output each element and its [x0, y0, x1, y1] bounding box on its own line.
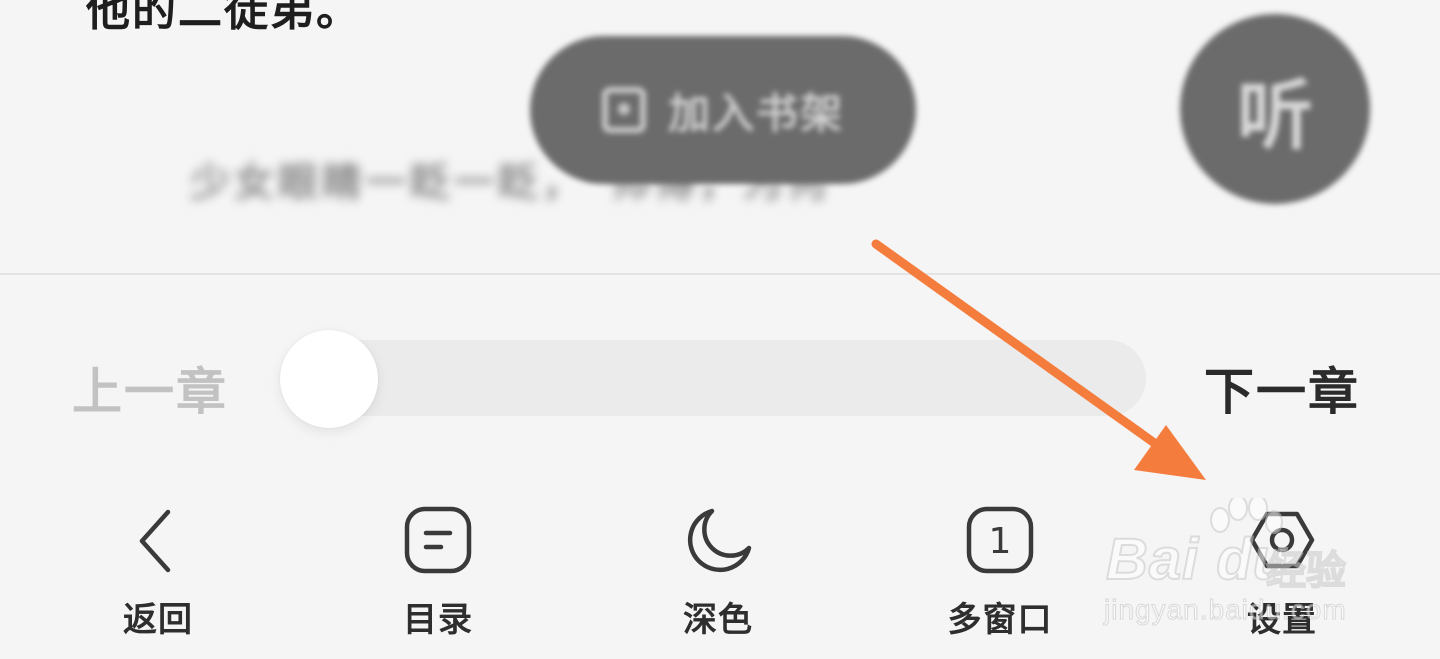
prev-chapter-button[interactable]: 上一章 [72, 352, 228, 424]
dark-mode-label: 深色 [683, 600, 753, 640]
multi-window-count: 1 [989, 521, 1012, 562]
dark-mode-button[interactable]: 深色 [618, 500, 818, 640]
back-label: 返回 [123, 600, 193, 640]
multi-window-icon: 1 [966, 506, 1034, 574]
bookshelf-icon [601, 87, 646, 133]
divider [0, 273, 1440, 275]
reading-area: 他的二徒弟。 少女眼睛一眨一眨，"师傅，为何 加入书架 听 [0, 0, 1440, 274]
book-text-line: 他的二徒弟。 [86, 0, 362, 36]
add-to-bookshelf-label: 加入书架 [667, 88, 844, 138]
next-chapter-button[interactable]: 下一章 [1204, 352, 1360, 424]
settings-button[interactable]: 设置 [1182, 500, 1382, 640]
catalog-icon [404, 506, 472, 574]
listen-label: 听 [1237, 71, 1313, 160]
add-to-bookshelf-button[interactable]: 加入书架 [530, 36, 916, 184]
slider-thumb[interactable] [280, 330, 378, 428]
catalog-button[interactable]: 目录 [338, 500, 538, 640]
multi-window-label: 多窗口 [947, 600, 1053, 640]
chapter-progress-slider[interactable] [282, 340, 1146, 416]
settings-hexagon-icon [1249, 511, 1315, 569]
settings-label: 设置 [1247, 600, 1317, 640]
listen-button[interactable]: 听 [1180, 14, 1370, 204]
chevron-left-icon [139, 509, 171, 573]
catalog-label: 目录 [403, 600, 473, 640]
moon-icon [687, 508, 752, 573]
back-button[interactable]: 返回 [58, 500, 258, 640]
multi-window-button[interactable]: 1 多窗口 [900, 500, 1100, 640]
